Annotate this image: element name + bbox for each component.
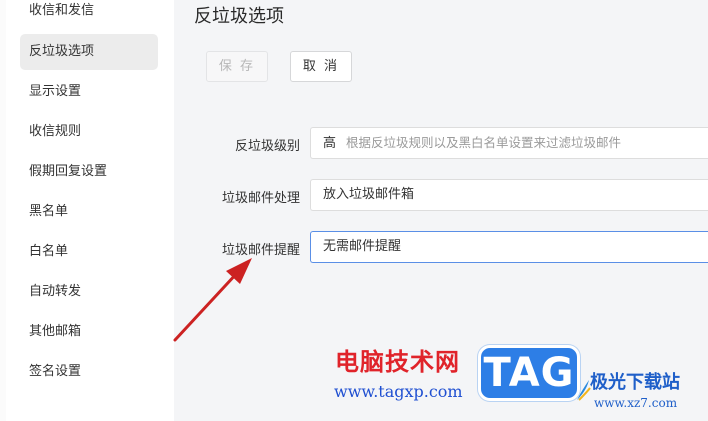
watermark-download-site: 极光下载站 (590, 372, 680, 393)
watermark-site-name: 电脑技术网 (335, 348, 460, 376)
watermark-download-url: www.xz7.com (594, 396, 678, 410)
watermark-url: www.tagxp.com (334, 382, 463, 401)
watermark-tag-logo: TAG (478, 345, 580, 401)
watermark-aurora-icon (577, 380, 591, 401)
